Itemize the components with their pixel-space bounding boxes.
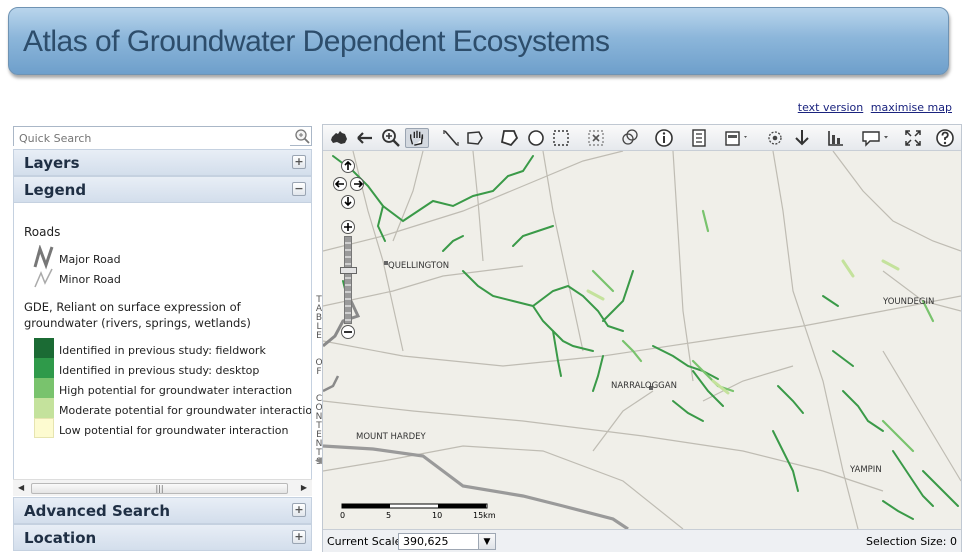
site-title: Atlas of Groundwater Dependent Ecosystem… [23,25,610,58]
australia-icon[interactable] [329,128,349,148]
map-canvas[interactable]: QUELLINGTON YOUNDEGIN NARRALOGGAN MOUNT … [323,151,961,529]
legend-panel-title: Legend [24,181,87,199]
measure-line-icon[interactable] [441,128,461,148]
expand-advanced-search-button[interactable]: + [292,503,306,517]
comment-icon[interactable] [860,128,892,148]
scalebar-label: 15km [473,511,496,520]
pan-arrows-icon [334,160,364,207]
quick-search-box [13,126,312,148]
fullscreen-icon[interactable] [903,128,923,148]
legend-body: Roads Major Road Minor Road GDE, Reliant… [13,203,312,482]
clear-selection-icon[interactable] [586,128,606,148]
info-icon[interactable] [654,128,674,148]
search-icon[interactable] [294,128,310,144]
legend-swatch [34,378,54,398]
legend-class-label: Moderate potential for groundwater inter… [59,404,312,417]
roads-heading: Roads [24,225,61,239]
scalebar-label: 0 [340,511,346,520]
expand-layers-button[interactable]: + [292,155,306,169]
minor-road-symbol-icon [34,268,53,288]
legend-class-label: Identified in previous study: fieldwork [59,344,266,357]
map-viewer: QUELLINGTON YOUNDEGIN NARRALOGGAN MOUNT … [322,124,962,552]
quick-search-input[interactable] [14,129,290,148]
gde-heading-line2: groundwater (rivers, springs, wetlands) [24,316,251,330]
layers-panel-header[interactable]: Layers + [13,149,312,176]
scalebar-label: 10 [432,511,443,520]
map-toolbar [323,125,961,151]
scroll-left-arrow-icon[interactable]: ◀ [18,483,24,492]
print-icon[interactable] [723,128,751,148]
map-status-bar: Current Scale: 390,625 ▼ Selection Size:… [323,529,961,552]
layers-panel-title: Layers [24,154,80,172]
download-icon[interactable] [792,128,812,148]
town-label: YOUNDEGIN [883,297,935,307]
legend-swatch [34,418,54,438]
polygon-select-icon[interactable] [499,128,519,148]
chart-icon[interactable] [826,128,846,148]
locate-icon[interactable] [765,128,785,148]
pan-hand-icon[interactable] [405,128,429,148]
legend-road-label: Minor Road [59,273,121,286]
legend-swatch [34,398,54,418]
town-label: QUELLINGTON [388,261,450,271]
zoom-slider-handle[interactable] [340,267,357,274]
maximise-map-link[interactable]: maximise map [871,101,952,114]
town-label: MOUNT HARDEY [356,432,426,442]
scalebar-label: 5 [386,511,392,520]
help-icon[interactable] [935,128,955,148]
town-label: YAMPIN [850,465,882,475]
zoom-in-icon[interactable] [381,128,401,148]
top-links: text version maximise map [794,101,952,114]
overlay-icon[interactable] [620,128,640,148]
circle-select-icon[interactable] [526,128,546,148]
collapse-panel-arrow-icon[interactable]: ◀ [315,456,322,466]
location-panel-header[interactable]: Location + [13,524,312,551]
location-panel-title: Location [24,529,97,547]
legend-class-label: High potential for groundwater interacti… [59,384,293,397]
measure-area-icon[interactable] [465,128,485,148]
zoom-slider-track[interactable] [344,236,352,324]
legend-swatch [34,338,54,358]
scale-dropdown-button[interactable]: ▼ [478,533,496,550]
text-version-link[interactable]: text version [798,101,864,114]
selection-size-text: Selection Size: 0 [866,535,957,548]
legend-swatch [34,358,54,378]
advanced-search-panel-header[interactable]: Advanced Search + [13,497,312,524]
plus-icon [344,223,352,231]
legend-road-label: Major Road [59,253,121,266]
collapse-legend-button[interactable]: − [292,182,306,196]
advanced-search-panel-title: Advanced Search [24,502,171,520]
back-icon[interactable] [355,128,375,148]
gde-heading-line1: GDE, Reliant on surface expression of [24,300,241,314]
left-panel: Layers + Legend − Roads Major Road Minor… [13,124,312,552]
minus-icon [344,331,352,333]
scroll-right-arrow-icon[interactable]: ▶ [301,483,307,492]
current-scale-label: Current Scale: [327,535,406,548]
scrollbar-thumb[interactable]: ||| [31,483,288,494]
legend-panel-header[interactable]: Legend − [13,176,312,203]
legend-class-label: Low potential for groundwater interactio… [59,424,289,437]
box-select-icon[interactable] [551,128,571,148]
legend-horizontal-scrollbar[interactable]: ◀ ||| ▶ [13,479,312,496]
list-icon[interactable] [689,128,709,148]
town-label: NARRALOGGAN [611,381,677,391]
expand-location-button[interactable]: + [292,530,306,544]
site-banner: Atlas of Groundwater Dependent Ecosystem… [8,7,949,75]
legend-class-label: Identified in previous study: desktop [59,364,260,377]
